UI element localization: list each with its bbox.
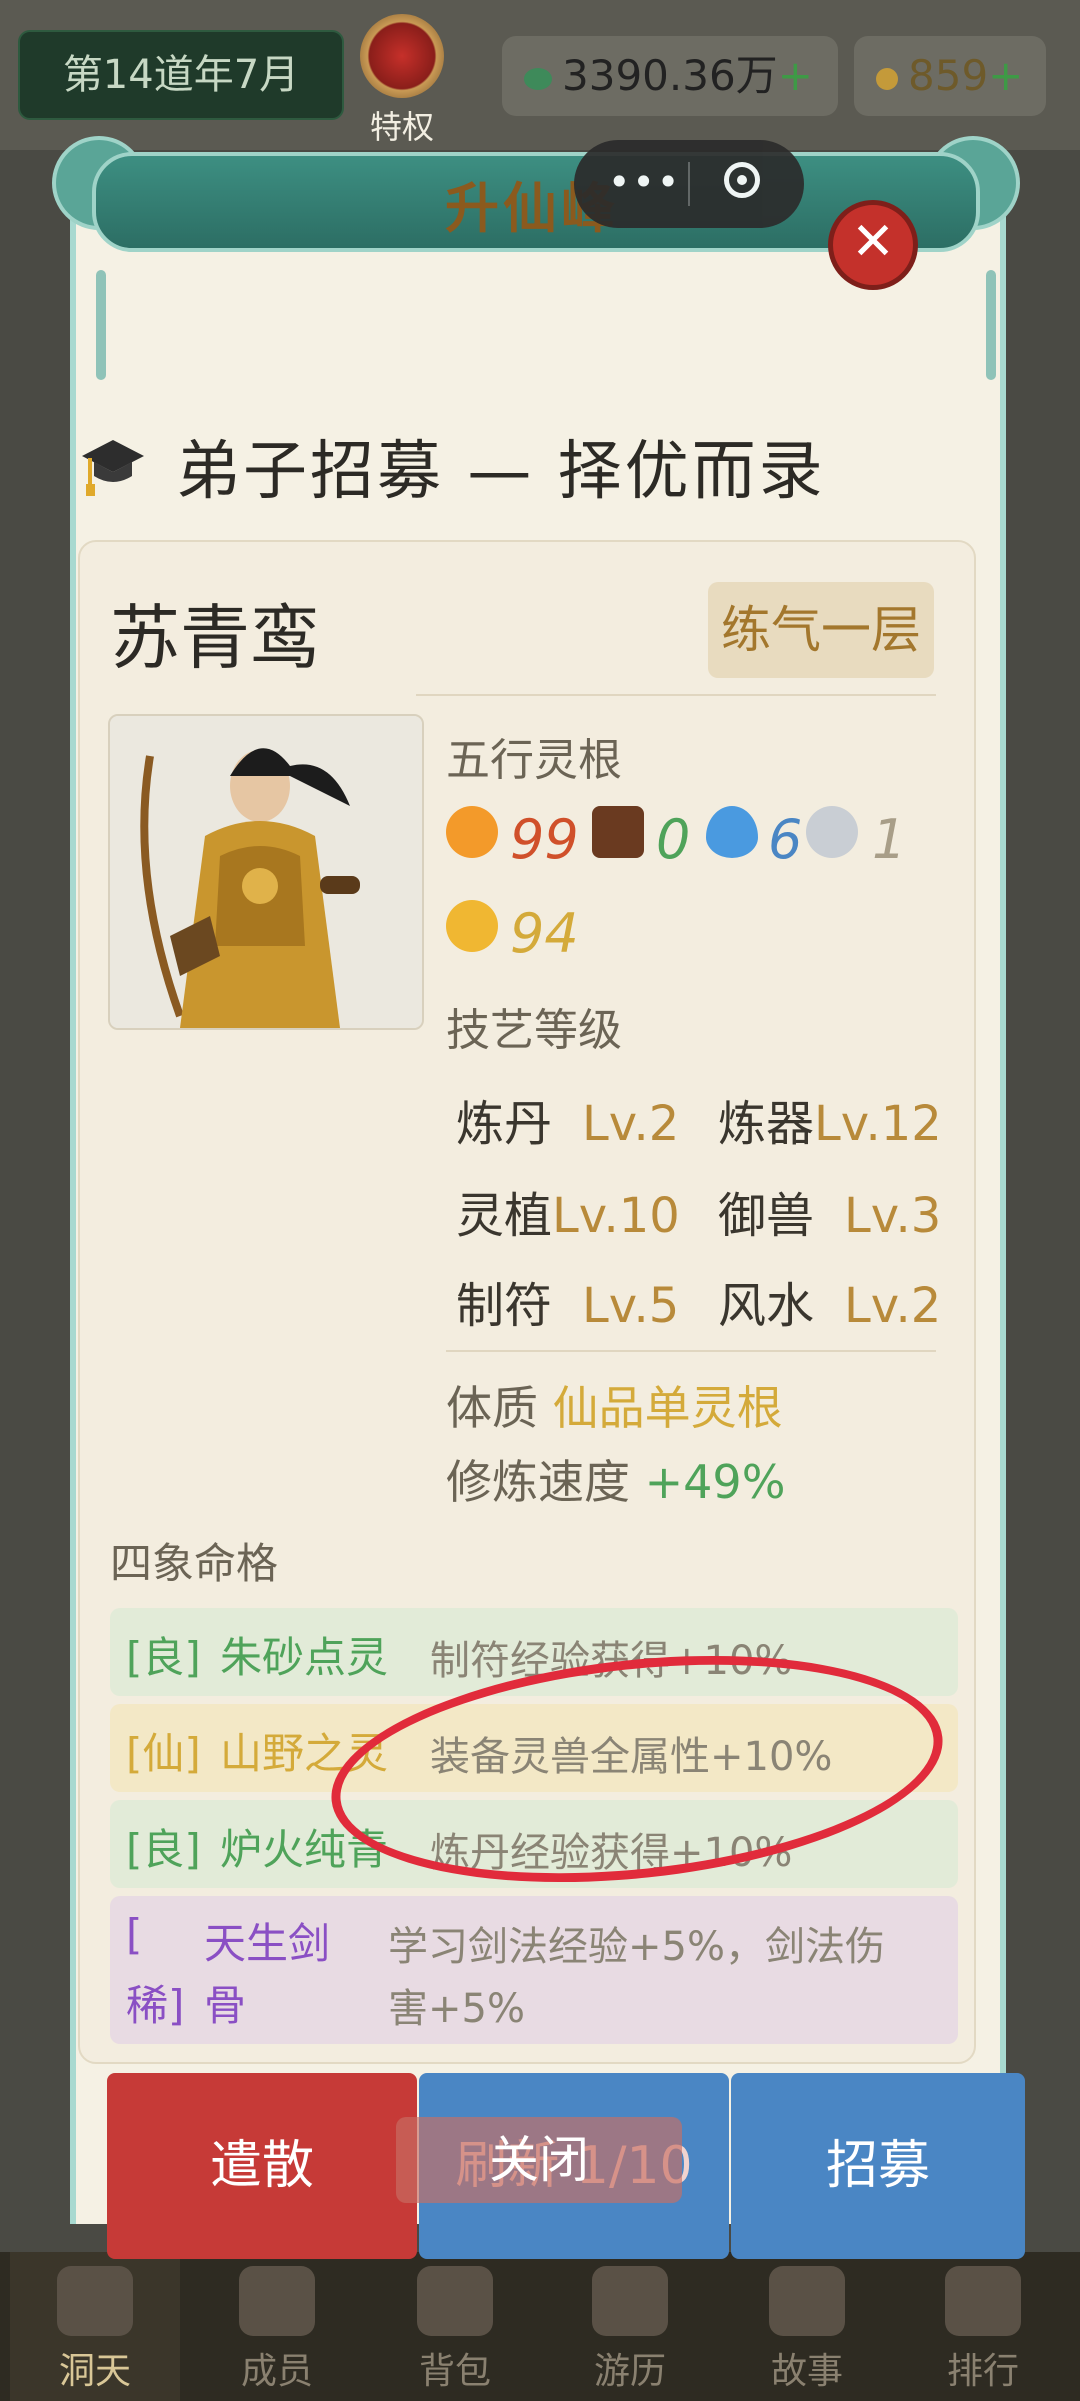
skill-fengshui: 风水 Lv.2 (718, 1266, 941, 1336)
bottom-nav: 洞天 成员 背包 游历 故事 排行 (0, 2252, 1080, 2401)
privilege-button[interactable]: 特权 (352, 14, 452, 146)
nav-label: 成员 (240, 2351, 313, 2392)
disciple-name: 苏青鸾 (110, 597, 320, 679)
skill-name: 炼器 (718, 1096, 815, 1152)
jade-plus-button[interactable]: + (778, 51, 813, 100)
trait-name: 朱砂点灵 (220, 1633, 389, 1682)
disciple-portrait (108, 714, 424, 1030)
nav-label: 排行 (946, 2351, 1019, 2392)
graduation-cap-icon (82, 440, 144, 496)
left-tassel (96, 270, 106, 380)
trait-desc: 害+5% (388, 1986, 525, 2032)
nav-item-members[interactable]: 成员 (192, 2252, 362, 2401)
skill-level: Lv.5 (582, 1278, 680, 1334)
jade-amount: 3390.36万 (562, 51, 778, 100)
trait-grade: [良] (126, 1825, 201, 1874)
right-tassel (986, 270, 996, 380)
nav-label: 故事 (770, 2351, 843, 2392)
skill-name: 御兽 (718, 1188, 815, 1244)
jade-currency[interactable]: 3390.36万+ (502, 36, 838, 116)
capsule-divider (688, 162, 690, 206)
nav-item-travel[interactable]: 游历 (545, 2252, 715, 2401)
constitution-row: 体质 仙品单灵根 (446, 1372, 783, 1438)
nav-label: 游历 (593, 2351, 666, 2392)
skill-forging: 炼器Lv.12 (718, 1084, 942, 1154)
skill-name: 制符 (456, 1278, 553, 1334)
skill-level: Lv.12 (814, 1096, 942, 1152)
speed-row: 修炼速度 +49% (446, 1446, 785, 1512)
speed-label: 修炼速度 (446, 1455, 630, 1509)
metal-value: 94 (510, 902, 579, 965)
trait-grade: [仙] (126, 1729, 201, 1778)
water-value: 6 (768, 808, 803, 871)
book-icon (769, 2266, 845, 2336)
dismiss-button[interactable]: 遣散 (107, 2073, 417, 2259)
archer-warrior-image (110, 716, 422, 1028)
ranking-icon (945, 2266, 1021, 2336)
constitution-value: 仙品单灵根 (552, 1381, 783, 1435)
header-divider (416, 694, 936, 696)
gold-icon (876, 67, 898, 90)
skill-herb: 灵植Lv.10 (456, 1176, 680, 1246)
privilege-icon (360, 14, 444, 98)
wood-value: 0 (656, 808, 691, 871)
fire-value: 99 (510, 808, 579, 871)
miniprogram-capsule[interactable]: ••• (574, 140, 804, 228)
trait-item: [ 稀] 天生剑 骨 学习剑法经验+5%，剑法伤 害+5% (110, 1896, 958, 2044)
cave-icon (57, 2266, 133, 2336)
nav-item-dongtian[interactable]: 洞天 (10, 2252, 180, 2401)
skill-talisman: 制符 Lv.5 (456, 1266, 679, 1336)
trait-grade: [良] (126, 1633, 201, 1682)
trait-name: 天生剑 (204, 1919, 331, 1968)
close-icon[interactable]: ✕ (828, 200, 918, 290)
trait-desc: 学习剑法经验+5%，剑法伤 (388, 1924, 885, 1970)
members-icon (239, 2266, 315, 2336)
trait-grade: [ (126, 1910, 143, 1959)
nav-item-story[interactable]: 故事 (722, 2252, 892, 2401)
stone-icon (806, 806, 858, 858)
skills-divider (446, 1350, 936, 1352)
skill-level: Lv.3 (844, 1188, 942, 1244)
exit-target-icon[interactable] (724, 162, 760, 198)
nav-item-bag[interactable]: 背包 (370, 2252, 540, 2401)
close-button[interactable]: 关闭 (396, 2117, 682, 2203)
nav-label: 洞天 (58, 2351, 131, 2392)
trait-name: 骨 (204, 1981, 247, 2030)
jade-icon (524, 67, 552, 90)
speed-value: +49% (644, 1455, 786, 1509)
skills-label: 技艺等级 (446, 1005, 622, 1056)
gold-currency[interactable]: 859+ (854, 36, 1046, 116)
gold-plus-button[interactable]: + (988, 51, 1023, 100)
skill-name: 炼丹 (456, 1096, 553, 1152)
skill-level: Lv.2 (582, 1096, 680, 1152)
constitution-label: 体质 (446, 1381, 538, 1435)
more-icon[interactable]: ••• (608, 160, 681, 204)
recruit-button[interactable]: 招募 (731, 2073, 1025, 2259)
trait-grade: 稀] (126, 1981, 185, 2030)
game-date: 第14道年7月 (18, 30, 344, 120)
bag-icon (417, 2266, 493, 2336)
skill-name: 风水 (718, 1278, 815, 1334)
five-elements-label: 五行灵根 (446, 735, 622, 786)
map-icon (592, 2266, 668, 2336)
gold-coin-icon (446, 900, 498, 952)
wood-icon (592, 806, 644, 858)
earth-value: 1 (872, 808, 907, 871)
recruit-heading: 弟子招募 — 择优而录 (176, 435, 826, 509)
cultivation-rank-badge: 练气一层 (708, 582, 934, 678)
skill-level: Lv.2 (844, 1278, 942, 1334)
skill-level: Lv.10 (552, 1188, 680, 1244)
skill-name: 灵植 (456, 1188, 553, 1244)
fate-label: 四象命格 (110, 1539, 279, 1588)
nav-item-ranking[interactable]: 排行 (898, 2252, 1068, 2401)
gold-amount: 859 (908, 51, 989, 100)
fire-icon (446, 806, 498, 858)
skill-alchemy: 炼丹 Lv.2 (456, 1084, 679, 1154)
nav-label: 背包 (418, 2351, 491, 2392)
skill-beast: 御兽 Lv.3 (718, 1176, 941, 1246)
water-drop-icon (706, 806, 758, 858)
